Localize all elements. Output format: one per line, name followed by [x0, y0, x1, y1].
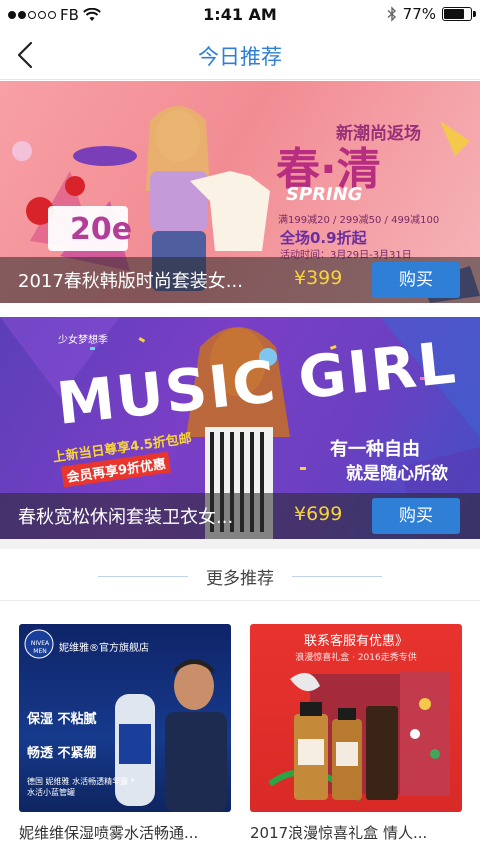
status-right: 77%: [387, 5, 476, 23]
buy-button[interactable]: 购买: [372, 498, 460, 534]
buy-button[interactable]: 购买: [372, 262, 460, 298]
nav-bar: 今日推荐: [0, 30, 480, 80]
product-image: NIVEA MEN 妮维雅®官方旗舰店 保湿 不粘腻 畅透 不紧绷 德国 妮维雅…: [19, 624, 231, 812]
battery-fill: [444, 9, 465, 19]
nivea-store: 妮维雅®官方旗舰店: [59, 643, 149, 654]
banner-music-tagline-2: 就是随心所欲: [346, 464, 448, 484]
banner-info-bar: 2017春秋韩版时尚套装女... ¥399 购买: [0, 257, 480, 303]
nivea-footer: 德国 妮维雅 水活畅透精华露 *水活小蓝管罐: [27, 777, 135, 797]
banner-spring-promo-line: 满199减20 / 299减50 / 499减100: [278, 215, 440, 226]
banner-product-name: 春秋宽松休闲套装卫衣女...: [18, 507, 234, 528]
battery-percent: 77%: [402, 5, 436, 23]
divider-line: [292, 576, 382, 577]
more-recommendations-header: 更多推荐: [0, 549, 480, 601]
battery-icon: [442, 7, 476, 21]
nivea-tag-2: 畅透 不紧绷: [27, 746, 97, 761]
banner-music-small-top: 少女梦想季: [58, 335, 108, 346]
page-title: 今日推荐: [198, 45, 282, 69]
banner-spring[interactable]: 20e 新潮尚返场 春·清 SPRING 满199减20 / 299减50 / …: [0, 81, 480, 303]
banner-spring-season: SPRING: [286, 184, 363, 205]
gift-box-headline: 联系客服有优惠》: [303, 634, 408, 649]
product-name: 2017浪漫惊喜礼盒 情人...: [250, 824, 428, 842]
product-card-nivea[interactable]: NIVEA MEN 妮维雅®官方旗舰店 保湿 不粘腻 畅透 不紧绷 德国 妮维雅…: [19, 624, 231, 843]
bluetooth-icon: [387, 6, 396, 22]
banner-spring-discount: 全场0.9折起: [280, 229, 367, 247]
banner-product-name: 2017春秋韩版时尚套装女...: [18, 271, 243, 292]
product-card-gift-box[interactable]: 联系客服有优惠》 浪漫惊喜礼盒 · 2016走秀专供 2017浪漫惊喜礼盒 情人…: [250, 624, 462, 843]
banner-product-price: ¥399: [294, 267, 343, 289]
banner-info-bar: 春秋宽松休闲套装卫衣女... ¥699 购买: [0, 493, 480, 539]
section-divider: [0, 539, 480, 549]
status-bar: FB 1:41 AM 77%: [0, 0, 480, 30]
nivea-tag-1: 保湿 不粘腻: [27, 712, 97, 727]
nivea-brand: NIVEA MEN: [30, 640, 50, 655]
banner-product-price: ¥699: [294, 503, 343, 525]
product-name: 妮维维保湿喷雾水活畅通...: [19, 824, 199, 842]
more-recommendations-title: 更多推荐: [206, 569, 274, 589]
banner-spring-price-tag: 20e: [70, 212, 133, 247]
banner-music-tagline-1: 有一种自由: [330, 439, 420, 460]
banner-music-girl[interactable]: 少女梦想季 MUSIC GIRL 上新当日尊享4.5折包邮 会员再享9折优惠 有…: [0, 317, 480, 539]
product-image: 联系客服有优惠》 浪漫惊喜礼盒 · 2016走秀专供: [250, 624, 462, 812]
gift-box-subline: 浪漫惊喜礼盒 · 2016走秀专供: [295, 653, 417, 663]
